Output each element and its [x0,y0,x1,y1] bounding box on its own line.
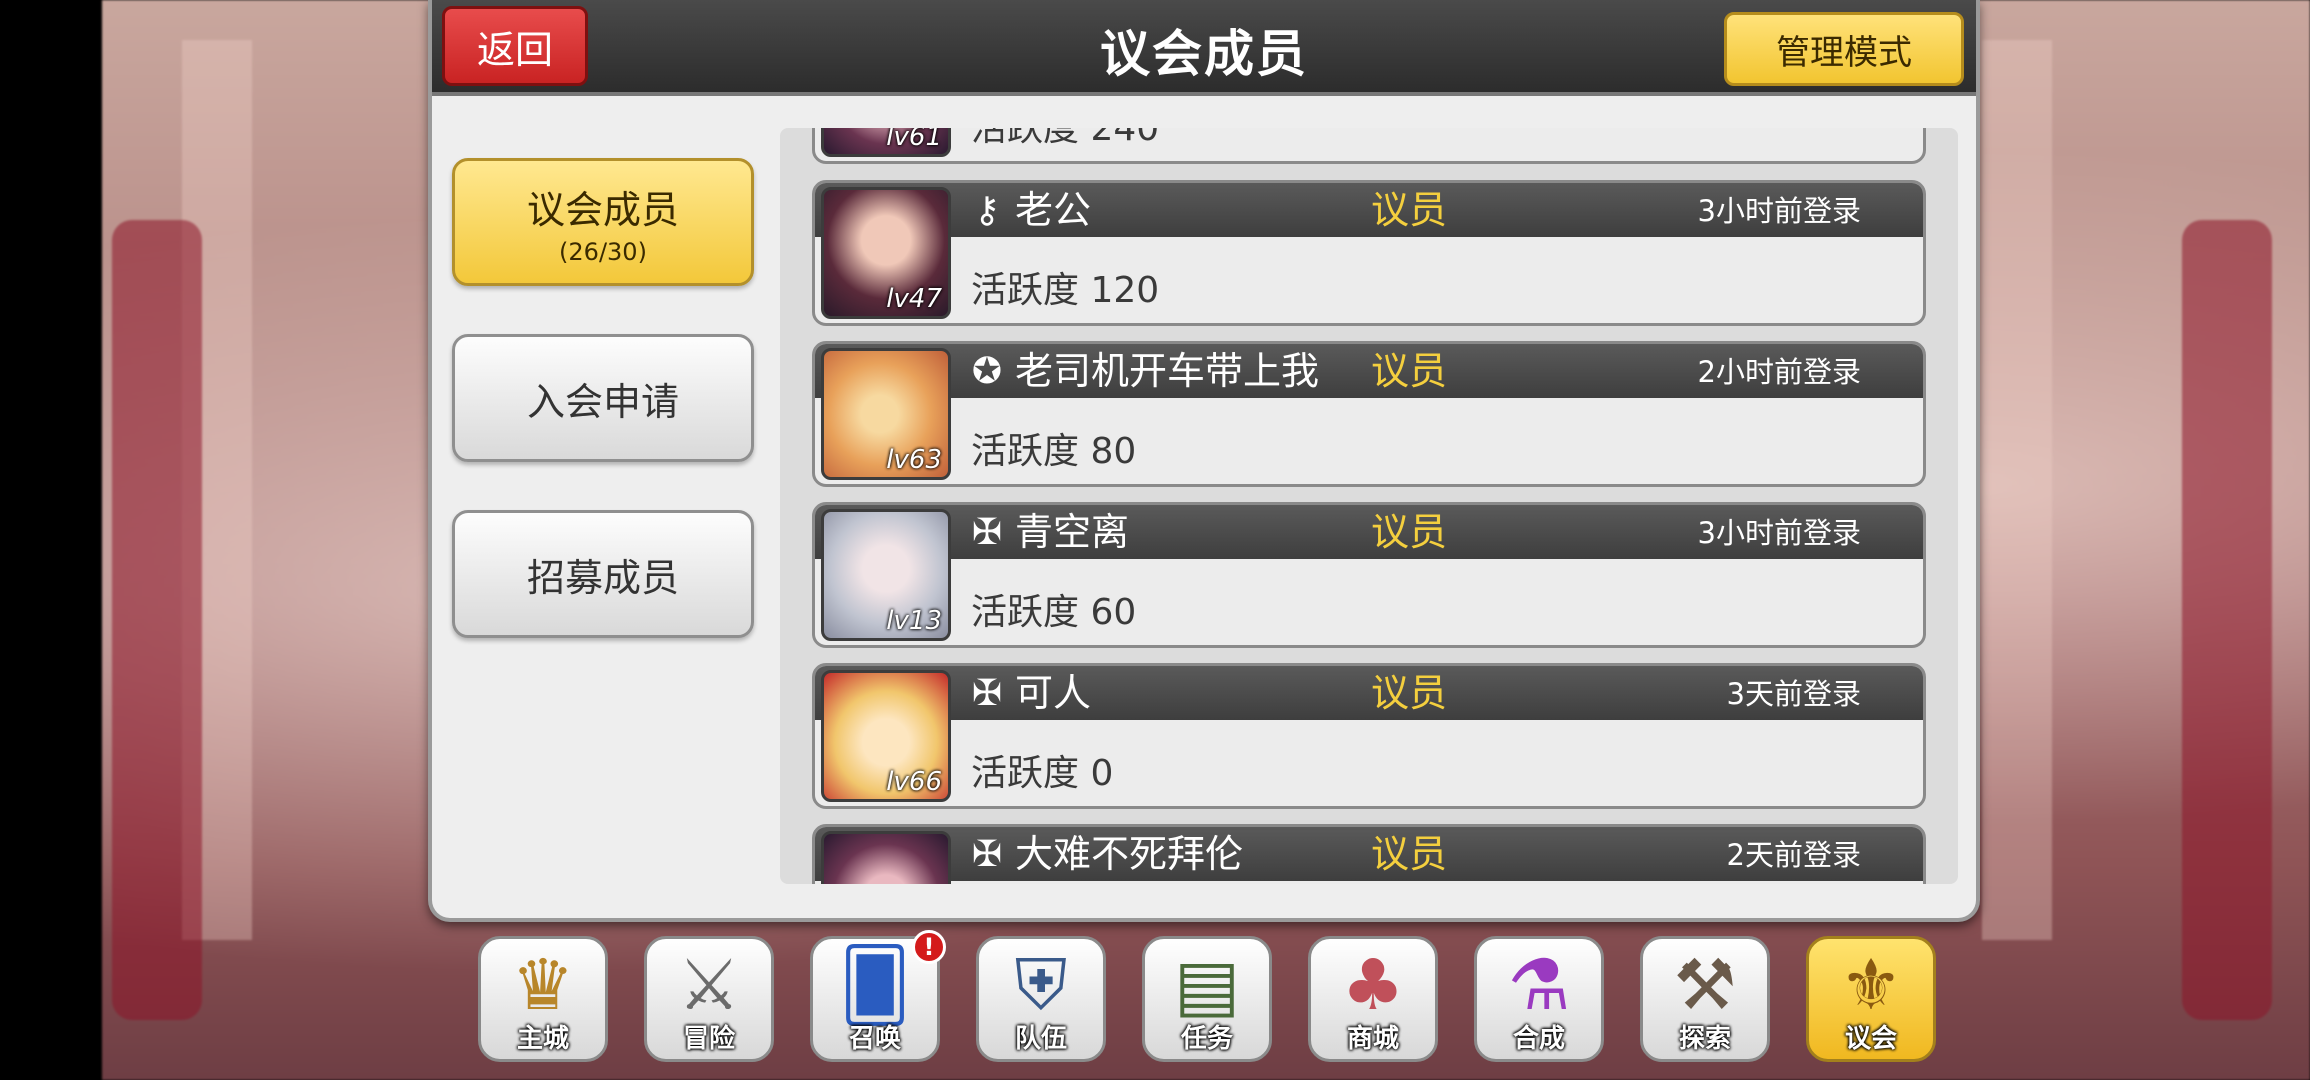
activity-text: 活跃度 80 [971,431,1137,472]
nav-label: 议会 [1844,1024,1897,1054]
tab-label: 入会申请 [526,379,679,424]
last-login: 3小时前登录 [1697,516,1861,550]
nav-label: 任务 [1180,1024,1233,1054]
member-name: 可人 [1015,671,1092,715]
quest-book-icon: ▤ [1173,944,1241,1026]
member-row[interactable]: lv13 ✠ 青空离 议员 3小时前登录 活跃度 60 [812,502,1926,648]
last-login: 3小时前登录 [1697,194,1861,228]
background-curtain [2182,220,2272,1020]
member-name: 大难不死拜伦 [1015,832,1244,876]
level-label: lv66 [886,767,942,797]
last-login: 2天前登录 [1726,838,1861,872]
manage-mode-button[interactable]: 管理模式 [1724,12,1964,86]
member-rank: 议员 [1371,671,1448,715]
nav-label: 主城 [516,1024,569,1054]
member-row[interactable]: lv66 ✠ 可人 议员 3天前登录 活跃度 0 [812,663,1926,809]
last-login: 2小时前登录 [1697,355,1861,389]
nav-label: 冒险 [682,1024,735,1054]
avatar[interactable]: lv61 [821,128,951,157]
activity-text: 活跃度 120 [971,270,1160,311]
tab-recruit-members[interactable]: 招募成员 [452,510,754,638]
member-count: (26/30) [559,237,647,266]
member-list[interactable]: lv61 活跃度 240 lv47 ⚷ 老公 议员 3小时前登录 活跃度 120… [780,128,1958,884]
nav-craft[interactable]: ⚗ 合成 [1474,936,1604,1062]
nav-label: 探索 [1678,1024,1731,1054]
member-name: 青空离 [1015,510,1130,554]
avatar[interactable] [821,831,951,884]
cross-icon: ✠ [971,834,1003,875]
council-panel: 返回 议会成员 管理模式 议会成员 (26/30) 入会申请 招募成员 lv61… [428,0,1980,922]
crossed-keys-icon: ⚷ [973,190,1001,231]
avatar[interactable]: lv13 [821,509,951,641]
nav-quests[interactable]: ▤ 任务 [1142,936,1272,1062]
member-row[interactable]: lv63 ✪ 老司机开车带上我 议员 2小时前登录 活跃度 80 [812,341,1926,487]
nav-explore[interactable]: ⚒ 探索 [1640,936,1770,1062]
avatar[interactable]: lv47 [821,187,951,319]
level-label: lv13 [886,606,942,636]
activity-text: 活跃度 60 [971,592,1137,633]
nav-team[interactable]: ⛨ 队伍 [976,936,1106,1062]
tab-council-members[interactable]: 议会成员 (26/30) [452,158,754,286]
level-label: lv61 [886,128,942,152]
nav-main-city[interactable]: ♛ 主城 [478,936,608,1062]
level-label: lv47 [886,284,942,314]
member-name: 老公 [1015,188,1092,232]
emblem-icon: ✪ [971,351,1003,392]
potion-icon: ⚗ [1507,944,1571,1026]
cross-icon: ✠ [971,673,1003,714]
last-login: 3天前登录 [1726,677,1861,711]
tab-label: 议会成员 [526,187,679,232]
level-label: lv63 [886,445,942,475]
crossed-axes-icon: ⚔ [677,944,741,1026]
nav-label: 召唤 [848,1024,901,1054]
member-rank: 议员 [1371,510,1448,554]
member-row[interactable]: lv61 活跃度 240 [812,128,1926,164]
shovel-icon: ⚒ [1673,944,1737,1026]
council-crest-icon: ⚜ [1839,944,1903,1026]
member-row[interactable]: lv47 ⚷ 老公 议员 3小时前登录 活跃度 120 [812,180,1926,326]
panel-header: 返回 议会成员 管理模式 [432,0,1976,96]
member-rank: 议员 [1371,188,1448,232]
background-pillar [1982,40,2052,940]
notification-badge: ! [912,930,946,964]
nav-shop[interactable]: ♣ 商城 [1308,936,1438,1062]
member-row[interactable]: ✠ 大难不死拜伦 议员 2天前登录 [812,824,1926,884]
crown-icon: ♛ [511,944,575,1026]
member-rank: 议员 [1371,832,1448,876]
member-rank: 议员 [1371,349,1448,393]
cross-icon: ✠ [971,512,1003,553]
nav-council[interactable]: ⚜ 议会 [1806,936,1936,1062]
shop-tree-icon: ♣ [1341,944,1405,1026]
nav-label: 合成 [1512,1024,1565,1054]
background-curtain [112,220,202,1020]
nav-label: 商城 [1346,1024,1399,1054]
activity-text: 活跃度 0 [971,753,1114,794]
winged-shield-icon: ⛨ [1014,944,1068,1026]
member-name: 老司机开车带上我 [1015,349,1320,393]
avatar[interactable]: lv63 [821,348,951,480]
tab-label: 招募成员 [526,555,679,600]
tab-join-requests[interactable]: 入会申请 [452,334,754,462]
nav-label: 队伍 [1014,1024,1067,1054]
activity-text: 活跃度 240 [971,128,1160,149]
avatar[interactable]: lv66 [821,670,951,802]
nav-adventure[interactable]: ⚔ 冒险 [644,936,774,1062]
